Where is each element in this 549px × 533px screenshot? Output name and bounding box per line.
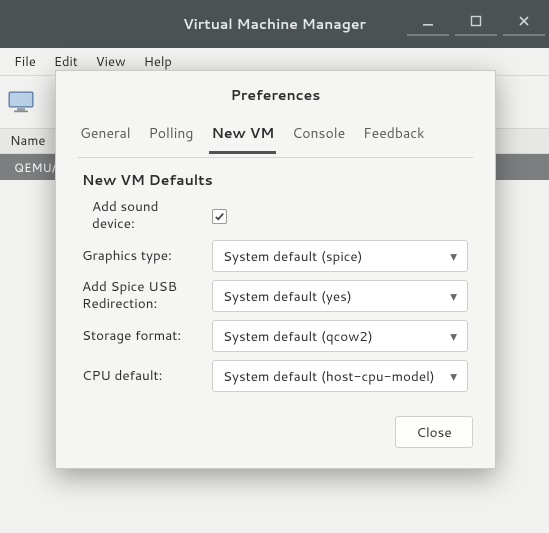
- spice-usb-label: Add Spice USB Redirection:: [82, 279, 202, 313]
- storage-value: System default (qcow2): [223, 327, 373, 346]
- minimize-button[interactable]: [407, 8, 449, 36]
- graphics-label: Graphics type:: [82, 248, 202, 265]
- window-controls: [407, 8, 545, 36]
- storage-select[interactable]: System default (qcow2) ▾: [212, 320, 468, 352]
- graphics-value: System default (spice): [223, 247, 363, 266]
- tab-general[interactable]: General: [78, 117, 133, 153]
- maximize-button[interactable]: [455, 8, 497, 36]
- spice-usb-row: Add Spice USB Redirection: System defaul…: [82, 276, 469, 316]
- storage-row: Storage format: System default (qcow2) ▾: [82, 316, 469, 356]
- tab-feedback[interactable]: Feedback: [361, 117, 426, 153]
- cpu-select[interactable]: System default (host-cpu-model) ▾: [212, 360, 468, 392]
- chevron-down-icon: ▾: [450, 327, 457, 346]
- connection-label: QEMU/: [14, 159, 56, 176]
- close-button-label: Close: [416, 423, 451, 442]
- chevron-down-icon: ▾: [450, 287, 457, 306]
- sound-label: Add sound device:: [82, 199, 202, 233]
- preferences-dialog: Preferences General Polling New VM Conso…: [55, 70, 496, 469]
- chevron-down-icon: ▾: [450, 367, 457, 386]
- close-window-button[interactable]: [503, 8, 545, 36]
- sound-checkbox[interactable]: [212, 209, 227, 224]
- spice-usb-value: System default (yes): [223, 287, 352, 306]
- close-button[interactable]: Close: [395, 416, 473, 448]
- dialog-title: Preferences: [56, 71, 495, 117]
- storage-label: Storage format:: [82, 328, 202, 345]
- cpu-value: System default (host-cpu-model): [223, 367, 435, 386]
- tab-polling[interactable]: Polling: [147, 117, 196, 153]
- monitor-icon: [8, 91, 34, 113]
- new-vm-section: New VM Defaults Add sound device: Graphi…: [56, 158, 495, 404]
- spice-usb-select[interactable]: System default (yes) ▾: [212, 280, 468, 312]
- cpu-row: CPU default: System default (host-cpu-mo…: [82, 356, 469, 396]
- section-heading: New VM Defaults: [82, 170, 469, 190]
- tab-console[interactable]: Console: [290, 117, 347, 153]
- sound-row: Add sound device:: [82, 196, 469, 236]
- checkmark-icon: [214, 211, 225, 222]
- column-header-name: Name: [10, 132, 45, 150]
- graphics-row: Graphics type: System default (spice) ▾: [82, 236, 469, 276]
- tablist: General Polling New VM Console Feedback: [56, 117, 495, 157]
- dialog-footer: Close: [56, 404, 495, 468]
- graphics-select[interactable]: System default (spice) ▾: [212, 240, 468, 272]
- menu-file[interactable]: File: [6, 50, 44, 74]
- titlebar: Virtual Machine Manager: [0, 0, 549, 48]
- chevron-down-icon: ▾: [450, 247, 457, 266]
- tab-new-vm[interactable]: New VM: [209, 117, 276, 154]
- cpu-label: CPU default:: [82, 368, 202, 385]
